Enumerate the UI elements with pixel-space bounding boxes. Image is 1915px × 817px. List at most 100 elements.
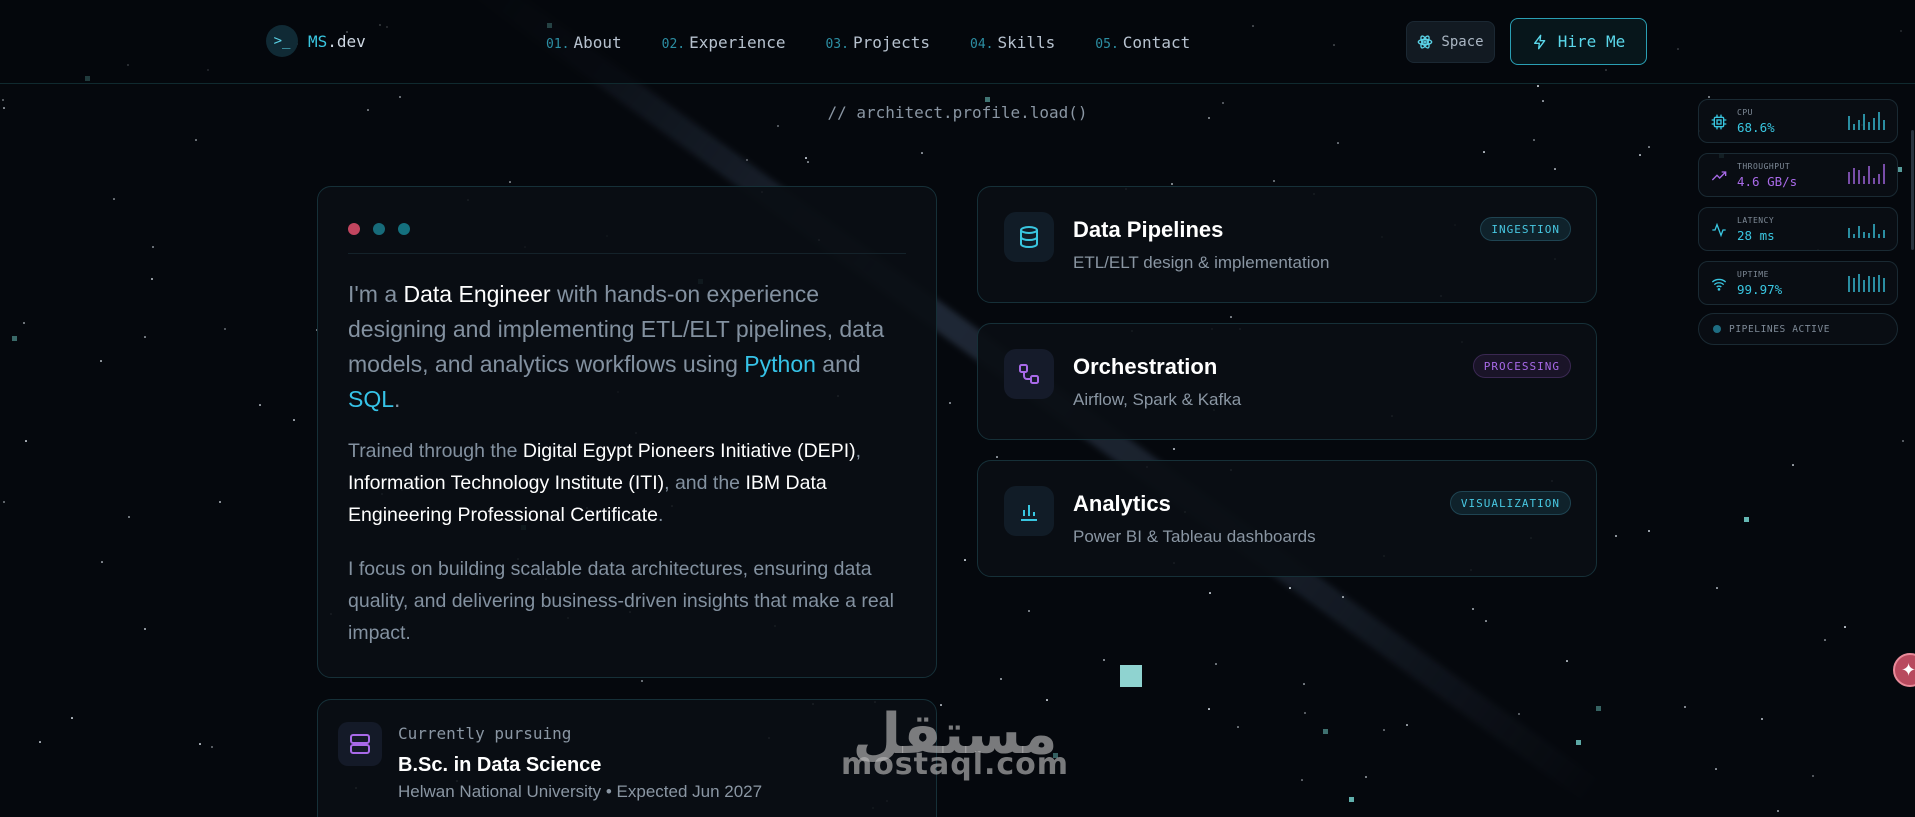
metric-throughput: THROUGHPUT 4.6 GB/s	[1698, 153, 1898, 197]
star	[1596, 706, 1601, 711]
teal-dot-icon	[373, 223, 385, 235]
nav-links: 01. About 02. Experience 03. Projects 04. Sk…	[546, 33, 1190, 52]
star	[1323, 729, 1328, 734]
star	[1472, 608, 1474, 610]
feature-badge: VISUALIZATION	[1449, 491, 1571, 515]
nav-link-experience[interactable]: 02. Experience	[662, 33, 786, 52]
terminal-icon: >_	[266, 25, 298, 57]
star	[1744, 517, 1749, 522]
education-degree: B.Sc. in Data Science	[398, 754, 602, 776]
star	[1485, 620, 1487, 622]
nav-link-about[interactable]: 01. About	[546, 33, 622, 52]
sparkline-bar	[1878, 174, 1880, 184]
sparkline-bar	[1863, 114, 1865, 130]
logo-text: MS.dev	[308, 31, 366, 51]
sparkle-icon: ✦	[1901, 659, 1915, 680]
pipelines-status: PIPELINES ACTIVE	[1698, 313, 1898, 345]
star	[100, 360, 102, 362]
star	[1383, 729, 1385, 731]
star	[509, 181, 511, 183]
education-meta: Helwan National University • Expected Ju…	[398, 782, 763, 801]
feature-card-analytics[interactable]: Analytics Power BI & Tableau dashboards …	[977, 460, 1597, 577]
sparkline-bar	[1873, 118, 1875, 130]
star	[1304, 712, 1306, 714]
nav-link-contact[interactable]: 05. Contact	[1095, 33, 1190, 52]
star	[1289, 587, 1291, 589]
star	[1518, 713, 1520, 715]
sparkline-bar	[1858, 120, 1860, 130]
star	[113, 198, 115, 200]
metric-label: THROUGHPUT	[1737, 162, 1791, 171]
metric-label: CPU	[1737, 108, 1753, 117]
star	[399, 96, 401, 98]
hire-me-button[interactable]: Hire Me	[1510, 18, 1647, 65]
star	[940, 704, 942, 706]
sparkline-bar	[1868, 166, 1870, 184]
sparkline-bar	[1883, 278, 1885, 292]
star	[1171, 183, 1173, 185]
feature-card-data-pipelines[interactable]: Data Pipelines ETL/ELT design & implemen…	[977, 186, 1597, 303]
star	[1208, 708, 1210, 710]
scrollbar[interactable]	[1911, 130, 1914, 250]
site-logo[interactable]: >_ MS.dev	[266, 25, 366, 57]
sparkline-bar	[1883, 164, 1885, 184]
sparkline-bar	[1853, 124, 1855, 130]
about-text: I'm a Data Engineer with hands-on experi…	[348, 277, 908, 649]
feature-description: ETL/ELT design & implementation	[1073, 253, 1330, 272]
star	[1173, 448, 1175, 450]
star	[1046, 699, 1048, 701]
star	[1483, 151, 1485, 153]
star	[1337, 142, 1339, 144]
star	[1648, 530, 1650, 532]
sparkline-bar	[1873, 224, 1875, 238]
sparkline-bar	[1853, 234, 1855, 238]
star	[101, 561, 103, 563]
about-paragraph-3: I focus on building scalable data archit…	[348, 558, 894, 644]
star	[949, 402, 951, 404]
education-label: Currently pursuing	[398, 724, 572, 743]
teal-dot-icon-2	[398, 223, 410, 235]
nav-link-projects[interactable]: 03. Projects	[825, 33, 930, 52]
star	[1053, 753, 1058, 758]
metric-cpu: CPU 68.6%	[1698, 99, 1898, 143]
star	[1715, 768, 1717, 770]
star	[1028, 610, 1030, 612]
hire-me-label: Hire Me	[1557, 32, 1626, 51]
star	[25, 440, 27, 442]
red-dot-icon	[348, 223, 360, 235]
sparkline-bar	[1848, 276, 1850, 292]
star	[71, 717, 73, 719]
space-toggle-button[interactable]: Space	[1406, 21, 1495, 63]
star	[12, 336, 17, 341]
star	[1792, 464, 1794, 466]
sparkline-bar	[1873, 178, 1875, 184]
star	[996, 456, 998, 458]
star	[1716, 587, 1718, 589]
star	[195, 139, 197, 141]
nav-link-skills[interactable]: 04. Skills	[970, 33, 1055, 52]
star	[1844, 626, 1846, 628]
metric-uptime: UPTIME 99.97%	[1698, 261, 1898, 305]
star	[1576, 740, 1581, 745]
star	[985, 97, 990, 102]
star	[1542, 100, 1544, 102]
metric-sparkline	[1848, 164, 1885, 184]
metric-sparkline	[1848, 110, 1885, 130]
star	[964, 559, 966, 561]
sparkline-bar	[1868, 122, 1870, 130]
metric-value: 28 ms	[1737, 228, 1775, 243]
sparkline-bar	[1848, 172, 1850, 184]
pipelines-status-label: PIPELINES ACTIVE	[1729, 323, 1831, 335]
star	[23, 322, 25, 324]
atom-icon	[1418, 35, 1433, 49]
sparkline-bar	[1878, 275, 1880, 292]
glow-square-decoration	[1120, 665, 1142, 687]
sparkline-bar	[1878, 234, 1880, 238]
star	[807, 161, 809, 163]
star	[1406, 724, 1408, 726]
star	[39, 741, 41, 743]
feature-card-orchestration[interactable]: Orchestration Airflow, Spark & Kafka PRO…	[977, 323, 1597, 440]
star	[1103, 659, 1105, 661]
star	[1303, 683, 1305, 685]
metric-value: 99.97%	[1737, 282, 1783, 297]
